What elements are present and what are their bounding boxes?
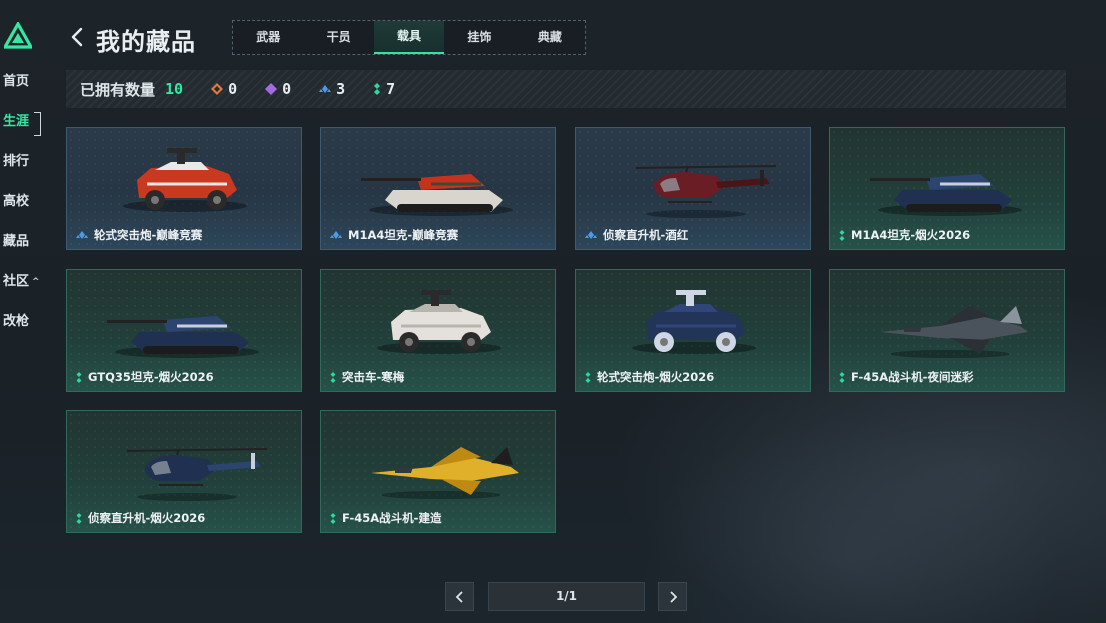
vehicle-card[interactable]: 侦察直升机-酒红 bbox=[575, 127, 811, 250]
nav-item-ranking[interactable]: 排行 bbox=[0, 152, 50, 192]
vehicle-card[interactable]: M1A4坦克-烟火2026 bbox=[829, 127, 1065, 250]
armored-car-image bbox=[632, 290, 756, 354]
sidebar-nav: 首页 生涯 排行 高校 藏品 社区 ^ 改枪 bbox=[0, 72, 50, 352]
category-tabs: 武器 干员 载具 挂饰 典藏 bbox=[232, 20, 586, 55]
vehicle-name-label: F-45A战斗机-建造 bbox=[342, 511, 442, 525]
green-rarity-icon bbox=[374, 83, 381, 95]
nav-item-gunsmith[interactable]: 改枪 bbox=[0, 312, 50, 352]
helicopter-image bbox=[126, 448, 268, 501]
caret-up-icon: ^ bbox=[32, 277, 40, 287]
tab-weapons[interactable]: 武器 bbox=[233, 21, 303, 54]
vehicle-card[interactable]: GTQ35坦克-烟火2026 bbox=[66, 269, 302, 392]
green-rarity-icon bbox=[839, 371, 845, 383]
vehicle-card-name: 突击车-寒梅 bbox=[330, 369, 404, 385]
helicopter-image bbox=[635, 165, 777, 218]
nav-item-college[interactable]: 高校 bbox=[0, 192, 50, 232]
blue-rarity-icon bbox=[76, 231, 88, 239]
vehicle-name-label: 突击车-寒梅 bbox=[342, 370, 405, 384]
green-rarity-icon bbox=[76, 512, 82, 524]
app-logo-icon[interactable] bbox=[4, 22, 32, 50]
nav-label: 排行 bbox=[3, 154, 30, 169]
vehicle-name-label: F-45A战斗机-夜间迷彩 bbox=[851, 370, 974, 384]
nav-item-career[interactable]: 生涯 bbox=[0, 112, 50, 152]
vehicle-card-name: F-45A战斗机-夜间迷彩 bbox=[839, 369, 973, 385]
page-title: 我的藏品 bbox=[96, 28, 196, 56]
nav-label: 藏品 bbox=[3, 234, 30, 249]
tab-vehicles[interactable]: 载具 bbox=[373, 21, 445, 54]
vehicle-card[interactable]: 侦察直升机-烟火2026 bbox=[66, 410, 302, 533]
owned-count-total: 10 bbox=[165, 80, 184, 98]
vehicle-name-label: M1A4坦克-巅峰竞赛 bbox=[348, 228, 459, 242]
armored-car-image bbox=[377, 290, 501, 354]
vehicle-card-name: 侦察直升机-酒红 bbox=[585, 227, 688, 243]
green-count: 7 bbox=[373, 80, 395, 98]
green-rarity-icon bbox=[76, 371, 82, 383]
nav-label: 生涯 bbox=[3, 114, 30, 129]
orange-count-value: 0 bbox=[228, 80, 238, 98]
vehicle-name-label: M1A4坦克-烟火2026 bbox=[851, 228, 971, 242]
nav-item-home[interactable]: 首页 bbox=[0, 72, 50, 112]
vehicle-name-label: 轮式突击炮-烟火2026 bbox=[597, 370, 715, 384]
green-count-value: 7 bbox=[386, 80, 396, 98]
nav-label: 改枪 bbox=[3, 314, 30, 329]
vehicle-card-name: M1A4坦克-巅峰竞赛 bbox=[330, 227, 458, 243]
vehicle-card-name: 侦察直升机-烟火2026 bbox=[76, 510, 205, 526]
vehicle-card-name: F-45A战斗机-建造 bbox=[330, 510, 441, 526]
green-rarity-icon bbox=[585, 371, 591, 383]
orange-rarity-icon bbox=[211, 83, 224, 95]
tank-image bbox=[870, 174, 1022, 216]
vehicle-name-label: 侦察直升机-烟火2026 bbox=[88, 511, 206, 525]
blue-count-value: 3 bbox=[336, 80, 346, 98]
blue-rarity-icon bbox=[330, 231, 342, 239]
green-rarity-icon bbox=[330, 371, 336, 383]
jet-image bbox=[371, 447, 519, 499]
vehicle-card-name: 轮式突击炮-巅峰竞赛 bbox=[76, 227, 202, 243]
owned-count-label: 已拥有数量 bbox=[80, 80, 156, 99]
chevron-right-icon bbox=[669, 590, 677, 603]
nav-item-community[interactable]: 社区 ^ bbox=[0, 272, 50, 312]
nav-item-collection[interactable]: 藏品 bbox=[0, 232, 50, 272]
owned-count-bar: 已拥有数量 10 0 0 3 7 bbox=[66, 70, 1066, 108]
nav-label: 社区 bbox=[3, 274, 30, 289]
vehicle-card[interactable]: 轮式突击炮-烟火2026 bbox=[575, 269, 811, 392]
vehicle-card[interactable]: M1A4坦克-巅峰竞赛 bbox=[320, 127, 556, 250]
orange-count: 0 bbox=[211, 80, 237, 98]
vehicle-name-label: 轮式突击炮-巅峰竞赛 bbox=[94, 228, 203, 242]
tab-operators[interactable]: 干员 bbox=[303, 21, 373, 54]
chevron-left-icon bbox=[455, 590, 463, 603]
active-nav-indicator bbox=[34, 112, 41, 136]
vehicle-card-name: M1A4坦克-烟火2026 bbox=[839, 227, 970, 243]
vehicle-card[interactable]: F-45A战斗机-夜间迷彩 bbox=[829, 269, 1065, 392]
armored-car-image bbox=[123, 148, 247, 212]
green-rarity-icon bbox=[330, 512, 336, 524]
vehicle-card-name: 轮式突击炮-烟火2026 bbox=[585, 369, 714, 385]
purple-rarity-icon bbox=[265, 83, 278, 95]
next-page-button[interactable] bbox=[658, 582, 687, 611]
page-indicator: 1/1 bbox=[488, 582, 645, 611]
vehicle-card[interactable]: 轮式突击炮-巅峰竞赛 bbox=[66, 127, 302, 250]
tank-image bbox=[361, 174, 513, 216]
nav-label: 高校 bbox=[3, 194, 30, 209]
back-arrow-icon[interactable] bbox=[68, 26, 88, 48]
vehicle-card[interactable]: F-45A战斗机-建造 bbox=[320, 410, 556, 533]
jet-image bbox=[880, 306, 1028, 358]
vehicle-name-label: GTQ35坦克-烟火2026 bbox=[88, 370, 214, 384]
vehicle-name-label: 侦察直升机-酒红 bbox=[603, 228, 689, 242]
purple-count-value: 0 bbox=[282, 80, 292, 98]
tab-collection[interactable]: 典藏 bbox=[515, 21, 585, 54]
blue-rarity-icon bbox=[319, 85, 332, 93]
tab-charms[interactable]: 挂饰 bbox=[444, 21, 514, 54]
nav-label: 首页 bbox=[3, 74, 30, 89]
green-rarity-icon bbox=[839, 229, 845, 241]
tank-image bbox=[107, 316, 259, 358]
vehicle-card-name: GTQ35坦克-烟火2026 bbox=[76, 369, 214, 385]
blue-count: 3 bbox=[319, 80, 345, 98]
purple-count: 0 bbox=[265, 80, 291, 98]
prev-page-button[interactable] bbox=[445, 582, 474, 611]
blue-rarity-icon bbox=[585, 231, 597, 239]
vehicle-card[interactable]: 突击车-寒梅 bbox=[320, 269, 556, 392]
